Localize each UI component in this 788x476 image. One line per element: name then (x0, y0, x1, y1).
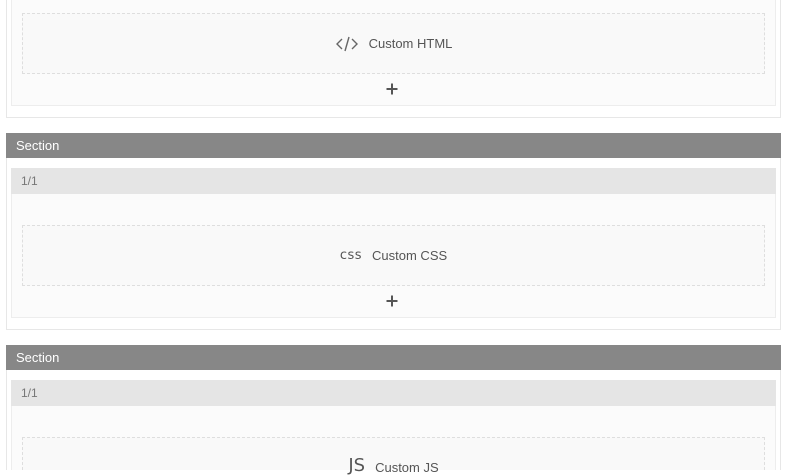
code-icon (335, 36, 359, 52)
add-element-button[interactable] (382, 291, 402, 311)
custom-css-element[interactable]: css Custom CSS (22, 225, 765, 286)
column-header[interactable]: 1/1 (11, 380, 776, 406)
element-label: Custom HTML (368, 36, 453, 51)
plus-icon (386, 295, 398, 307)
js-icon: JS (348, 455, 366, 476)
plus-icon (386, 83, 398, 95)
element-label: Custom JS (375, 460, 439, 475)
custom-js-element[interactable]: JS Custom JS (22, 437, 765, 476)
section-header[interactable]: Section (6, 133, 781, 158)
add-element-button[interactable] (382, 79, 402, 99)
section-header[interactable]: Section (6, 345, 781, 370)
column-header[interactable]: 1/1 (11, 168, 776, 194)
custom-html-element[interactable]: Custom HTML (22, 13, 765, 74)
element-label: Custom CSS (372, 248, 448, 263)
css-icon: css (339, 248, 363, 263)
